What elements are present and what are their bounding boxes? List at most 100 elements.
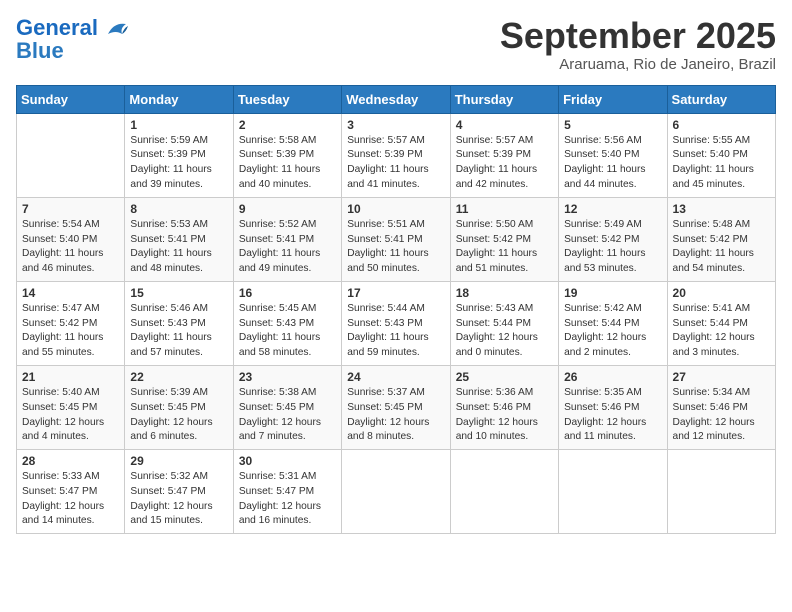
day-number: 25 [456, 370, 553, 384]
day-number: 1 [130, 118, 227, 132]
day-number: 23 [239, 370, 336, 384]
calendar-cell [559, 450, 667, 534]
day-number: 20 [673, 286, 770, 300]
page-header: General Blue September 2025 Araruama, Ri… [16, 16, 776, 73]
day-number: 4 [456, 118, 553, 132]
day-number: 30 [239, 454, 336, 468]
weekday-header: Monday [125, 85, 233, 113]
calendar-week-row: 28Sunrise: 5:33 AM Sunset: 5:47 PM Dayli… [17, 450, 776, 534]
day-number: 17 [347, 286, 444, 300]
calendar-cell: 24 Sunrise: 5:37 AM Sunset: 5:45 PM Dayli… [342, 365, 450, 449]
day-info: Sunrise: 5:49 AM Sunset: 5:42 PM Dayligh… [564, 218, 661, 277]
calendar-cell: 8 Sunrise: 5:53 AM Sunset: 5:41 PM Daylig… [125, 197, 233, 281]
calendar-cell: 9 Sunrise: 5:52 AM Sunset: 5:41 PM Daylig… [233, 197, 341, 281]
calendar-week-row: 14 Sunrise: 5:47 AM Sunset: 5:42 PM Dayli… [17, 281, 776, 365]
day-info: Sunrise: 5:34 AM Sunset: 5:46 PM Dayligh… [673, 386, 770, 445]
calendar-cell: 13 Sunrise: 5:48 AM Sunset: 5:42 PM Dayli… [667, 197, 775, 281]
calendar-cell: 1Sunrise: 5:59 AM Sunset: 5:39 PM Daylig… [125, 113, 233, 197]
day-info: Sunrise: 5:42 AM Sunset: 5:44 PM Dayligh… [564, 302, 661, 361]
calendar-cell: 15Sunrise: 5:46 AM Sunset: 5:43 PM Dayli… [125, 281, 233, 365]
day-number: 14 [22, 286, 119, 300]
calendar-cell: 27 Sunrise: 5:34 AM Sunset: 5:46 PM Dayli… [667, 365, 775, 449]
day-number: 9 [239, 202, 336, 216]
day-info: Sunrise: 5:53 AM Sunset: 5:41 PM Dayligh… [130, 218, 227, 277]
day-number: 18 [456, 286, 553, 300]
calendar-cell: 16 Sunrise: 5:45 AM Sunset: 5:43 PM Dayli… [233, 281, 341, 365]
day-info: Sunrise: 5:37 AM Sunset: 5:45 PM Dayligh… [347, 386, 444, 445]
day-info: Sunrise: 5:56 AM Sunset: 5:40 PM Dayligh… [564, 134, 661, 193]
day-info: Sunrise: 5:52 AM Sunset: 5:41 PM Dayligh… [239, 218, 336, 277]
day-number: 27 [673, 370, 770, 384]
logo: General Blue [16, 16, 128, 64]
calendar-cell: 11 Sunrise: 5:50 AM Sunset: 5:42 PM Dayli… [450, 197, 558, 281]
weekday-header: Sunday [17, 85, 125, 113]
day-info: Sunrise: 5:31 AM Sunset: 5:47 PM Dayligh… [239, 470, 336, 529]
day-number: 6 [673, 118, 770, 132]
day-info: Sunrise: 5:41 AM Sunset: 5:44 PM Dayligh… [673, 302, 770, 361]
day-info: Sunrise: 5:38 AM Sunset: 5:45 PM Dayligh… [239, 386, 336, 445]
day-info: Sunrise: 5:55 AM Sunset: 5:40 PM Dayligh… [673, 134, 770, 193]
day-info: Sunrise: 5:50 AM Sunset: 5:42 PM Dayligh… [456, 218, 553, 277]
month-title: September 2025 [500, 16, 776, 56]
calendar-cell: 6 Sunrise: 5:55 AM Sunset: 5:40 PM Daylig… [667, 113, 775, 197]
weekday-header: Tuesday [233, 85, 341, 113]
day-info: Sunrise: 5:32 AM Sunset: 5:47 PM Dayligh… [130, 470, 227, 529]
day-number: 24 [347, 370, 444, 384]
calendar-week-row: 1Sunrise: 5:59 AM Sunset: 5:39 PM Daylig… [17, 113, 776, 197]
calendar-cell: 12Sunrise: 5:49 AM Sunset: 5:42 PM Dayli… [559, 197, 667, 281]
weekday-header-row: SundayMondayTuesdayWednesdayThursdayFrid… [17, 85, 776, 113]
day-number: 3 [347, 118, 444, 132]
day-info: Sunrise: 5:40 AM Sunset: 5:45 PM Dayligh… [22, 386, 119, 445]
title-block: September 2025 Araruama, Rio de Janeiro,… [500, 16, 776, 73]
day-number: 22 [130, 370, 227, 384]
day-info: Sunrise: 5:51 AM Sunset: 5:41 PM Dayligh… [347, 218, 444, 277]
day-number: 8 [130, 202, 227, 216]
day-info: Sunrise: 5:57 AM Sunset: 5:39 PM Dayligh… [456, 134, 553, 193]
calendar-cell: 3Sunrise: 5:57 AM Sunset: 5:39 PM Daylig… [342, 113, 450, 197]
calendar-cell [17, 113, 125, 197]
day-info: Sunrise: 5:54 AM Sunset: 5:40 PM Dayligh… [22, 218, 119, 277]
day-info: Sunrise: 5:44 AM Sunset: 5:43 PM Dayligh… [347, 302, 444, 361]
day-info: Sunrise: 5:35 AM Sunset: 5:46 PM Dayligh… [564, 386, 661, 445]
day-info: Sunrise: 5:58 AM Sunset: 5:39 PM Dayligh… [239, 134, 336, 193]
day-number: 2 [239, 118, 336, 132]
day-info: Sunrise: 5:47 AM Sunset: 5:42 PM Dayligh… [22, 302, 119, 361]
calendar-cell: 14 Sunrise: 5:47 AM Sunset: 5:42 PM Dayli… [17, 281, 125, 365]
day-number: 19 [564, 286, 661, 300]
calendar-cell: 23 Sunrise: 5:38 AM Sunset: 5:45 PM Dayli… [233, 365, 341, 449]
day-number: 26 [564, 370, 661, 384]
calendar-cell: 2 Sunrise: 5:58 AM Sunset: 5:39 PM Daylig… [233, 113, 341, 197]
day-number: 15 [130, 286, 227, 300]
day-number: 11 [456, 202, 553, 216]
calendar-cell: 17 Sunrise: 5:44 AM Sunset: 5:43 PM Dayli… [342, 281, 450, 365]
day-info: Sunrise: 5:48 AM Sunset: 5:42 PM Dayligh… [673, 218, 770, 277]
logo-blue-text: Blue [16, 38, 64, 63]
logo-text: General [16, 16, 128, 40]
day-info: Sunrise: 5:45 AM Sunset: 5:43 PM Dayligh… [239, 302, 336, 361]
calendar-cell [667, 450, 775, 534]
calendar-cell: 5Sunrise: 5:56 AM Sunset: 5:40 PM Daylig… [559, 113, 667, 197]
weekday-header: Saturday [667, 85, 775, 113]
day-number: 7 [22, 202, 119, 216]
calendar-cell: 10 Sunrise: 5:51 AM Sunset: 5:41 PM Dayli… [342, 197, 450, 281]
calendar-cell: 20 Sunrise: 5:41 AM Sunset: 5:44 PM Dayli… [667, 281, 775, 365]
calendar-week-row: 21 Sunrise: 5:40 AM Sunset: 5:45 PM Dayli… [17, 365, 776, 449]
calendar-table: SundayMondayTuesdayWednesdayThursdayFrid… [16, 85, 776, 535]
day-number: 29 [130, 454, 227, 468]
day-number: 21 [22, 370, 119, 384]
calendar-cell: 4 Sunrise: 5:57 AM Sunset: 5:39 PM Daylig… [450, 113, 558, 197]
calendar-cell: 26 Sunrise: 5:35 AM Sunset: 5:46 PM Dayli… [559, 365, 667, 449]
calendar-cell: 19 Sunrise: 5:42 AM Sunset: 5:44 PM Dayli… [559, 281, 667, 365]
weekday-header: Friday [559, 85, 667, 113]
calendar-cell: 25 Sunrise: 5:36 AM Sunset: 5:46 PM Dayli… [450, 365, 558, 449]
calendar-cell: 22Sunrise: 5:39 AM Sunset: 5:45 PM Dayli… [125, 365, 233, 449]
weekday-header: Thursday [450, 85, 558, 113]
day-number: 13 [673, 202, 770, 216]
calendar-week-row: 7 Sunrise: 5:54 AM Sunset: 5:40 PM Daylig… [17, 197, 776, 281]
day-number: 16 [239, 286, 336, 300]
calendar-cell: 7 Sunrise: 5:54 AM Sunset: 5:40 PM Daylig… [17, 197, 125, 281]
location-text: Araruama, Rio de Janeiro, Brazil [500, 56, 776, 73]
weekday-header: Wednesday [342, 85, 450, 113]
day-number: 10 [347, 202, 444, 216]
day-info: Sunrise: 5:36 AM Sunset: 5:46 PM Dayligh… [456, 386, 553, 445]
